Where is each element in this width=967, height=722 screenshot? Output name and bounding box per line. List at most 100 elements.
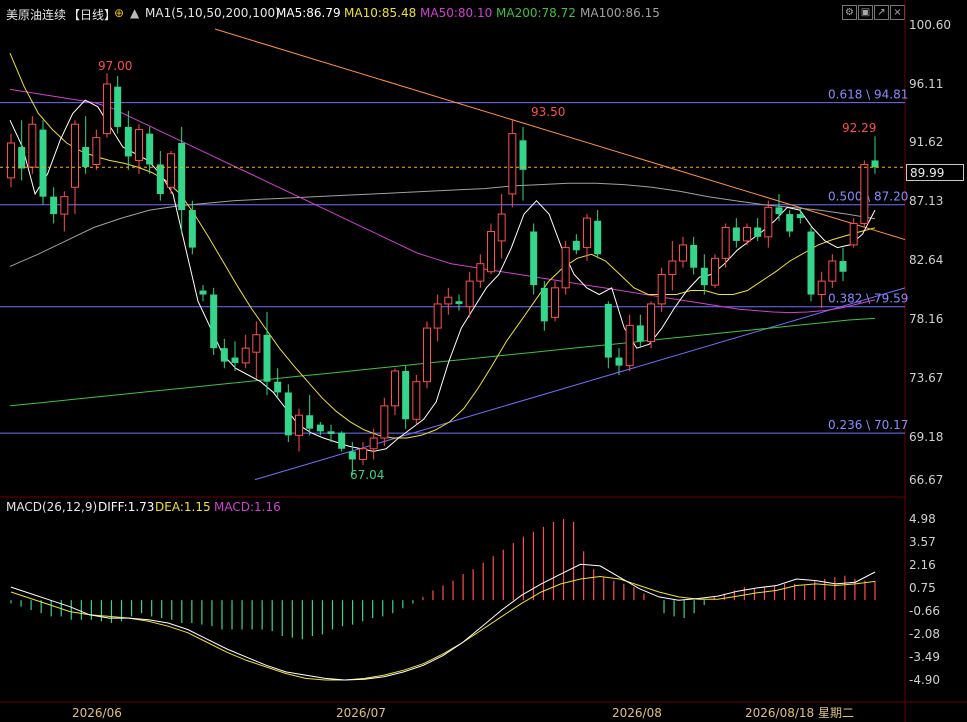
candle-body-up (92, 137, 101, 165)
macd-diff-line (10, 563, 876, 681)
candle-body-down (231, 357, 239, 363)
candle-body-down (572, 240, 580, 251)
macd-dea-value: DEA:1.15 (155, 500, 211, 514)
current-price-box: 89.99 (906, 164, 964, 181)
candle-body-up (817, 280, 826, 296)
macd-tick: 4.98 (909, 512, 936, 526)
candle-body-down (284, 392, 292, 436)
candle-body-up (380, 405, 389, 439)
ma200-line (9, 317, 876, 407)
high-label: 92.29 (842, 121, 876, 135)
macd-params[interactable]: MACD(26,12,9) (6, 500, 97, 514)
candle-body-down (124, 126, 132, 157)
candle-body-up (849, 222, 858, 246)
candle-body-down (871, 160, 879, 168)
candle-body-up (252, 334, 261, 353)
candle-body-down (146, 133, 154, 165)
candle-body-up (625, 324, 634, 367)
candle-body-up (295, 414, 303, 436)
candle-body-up (657, 273, 666, 305)
candle-body-up (647, 303, 655, 342)
time-label: 2026/08/18 星期二 (745, 706, 854, 720)
candle-body-down (50, 196, 58, 215)
time-label: 2026/06 (72, 706, 122, 720)
candle-body-down (530, 231, 538, 286)
macd-tick: -4.90 (909, 673, 940, 687)
candle-body-up (487, 231, 495, 273)
candle-body-down (39, 129, 47, 197)
candle-body-down (18, 147, 26, 169)
candle-body-down (178, 143, 186, 211)
candle-body-down (786, 214, 794, 232)
candle-body-down (338, 432, 346, 449)
candle-body-down (327, 431, 335, 435)
candle-body-up (668, 260, 677, 275)
candle-body-down (210, 294, 218, 349)
candle-body-down (594, 220, 602, 255)
candle-body-up (721, 226, 730, 259)
candle-body-up (241, 347, 250, 364)
candle-body-down (156, 164, 164, 194)
price-tick: 87.13 (909, 194, 943, 208)
price-tick: 73.67 (909, 371, 943, 385)
price-tick: 96.11 (909, 77, 943, 91)
candle-body-down (615, 357, 623, 366)
candle-body-up (423, 327, 431, 383)
price-tick: 91.62 (909, 135, 943, 149)
candle-body-up (412, 381, 421, 420)
candle-body-up (711, 257, 719, 286)
candle-body-up (561, 247, 570, 289)
price-tick: 78.16 (909, 312, 943, 326)
fib-label: 0.618 \ 94.81 (828, 88, 908, 102)
macd-header: MACD(26,12,9) DIFF:1.73 DEA:1.15 MACD:1.… (0, 500, 905, 516)
ma50-line (9, 88, 876, 314)
candle-body-up (508, 133, 517, 195)
ma100-line (9, 182, 876, 267)
macd-tick: 0.75 (909, 581, 936, 595)
candle-body-up (465, 280, 474, 308)
candle-body-down (604, 303, 612, 358)
candle-body-down (775, 207, 783, 215)
macd-tick: -2.08 (909, 627, 940, 641)
candle-body-down (199, 290, 207, 295)
candle-body-up (28, 123, 37, 168)
candle-body-down (732, 227, 740, 241)
candle-body-down (306, 415, 314, 429)
candle-body-up (743, 226, 751, 242)
candle-body-down (188, 210, 196, 248)
candle-body-down (540, 287, 548, 322)
candle-body-up (71, 123, 79, 188)
candle-body-up (764, 206, 773, 238)
candle-body-up (135, 129, 143, 161)
macd-value: MACD:1.16 (214, 500, 281, 514)
price-tick: 82.64 (909, 253, 943, 267)
macd-axis: 4.98 3.57 2.16 0.75 -0.66 -2.08 -3.49 -4… (909, 512, 940, 687)
candle-body-up (551, 287, 559, 318)
candle-body-down (402, 370, 410, 420)
candle-body-up (828, 260, 837, 282)
candle-body-up (583, 217, 591, 249)
price-axis: 100.60 96.11 91.62 87.13 82.64 78.16 73.… (909, 18, 951, 487)
candle-body-up (167, 153, 175, 188)
candle-body-up (497, 213, 506, 242)
candle-body-up (679, 244, 687, 262)
candle-body-down (82, 147, 90, 168)
fib-label: 0.236 \ 70.17 (828, 418, 908, 432)
time-axis: 2026/06 2026/07 2026/08 2026/08/18 星期二 (72, 706, 854, 720)
macd-tick: 2.16 (909, 558, 936, 572)
candle-body-down (316, 424, 324, 432)
chart-canvas[interactable]: 0.618 \ 94.810.500 \ 87.200.382 \ 79.590… (0, 0, 967, 722)
macd-tick: 3.57 (909, 535, 936, 549)
candle-body-up (359, 448, 367, 460)
candle-body-up (391, 370, 399, 407)
price-tick: 100.60 (909, 18, 951, 32)
candle-body-down (455, 301, 463, 304)
candle-body-down (839, 261, 847, 272)
candle-body-up (860, 163, 869, 224)
candle-body-down (796, 214, 804, 219)
candle-body-up (476, 263, 485, 282)
candle-body-up (7, 142, 15, 179)
high-label: 97.00 (98, 59, 132, 73)
macd-diff-value: DIFF:1.73 (98, 500, 155, 514)
macd-tick: -0.66 (909, 604, 940, 618)
